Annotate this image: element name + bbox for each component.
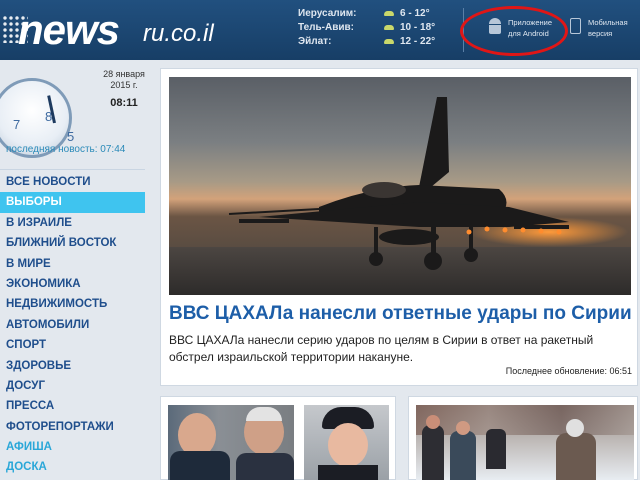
politicians-photo[interactable] <box>168 405 294 480</box>
menu-item-world[interactable]: В МИРЕ <box>0 254 145 274</box>
sidebar-menu: ВСЕ НОВОСТИ ВЫБОРЫ В ИЗРАИЛЕ БЛИЖНИЙ ВОС… <box>0 172 145 478</box>
menu-item-economy[interactable]: ЭКОНОМИКА <box>0 274 145 294</box>
story-card <box>160 396 396 480</box>
menu-item-cars[interactable]: АВТОМОБИЛИ <box>0 315 145 335</box>
logo-news-text: news <box>18 6 120 53</box>
logo-domain-text: ru.co.il <box>143 20 214 47</box>
current-date: 28 января 2015 г. <box>96 69 152 91</box>
menu-item-real-estate[interactable]: НЕДВИЖИМОСТЬ <box>0 294 145 314</box>
last-news-link[interactable]: последняя новость: 07:44 <box>6 144 125 155</box>
weather-city: Иерусалим: <box>298 8 357 19</box>
weather-temp: 10 - 18° <box>400 22 436 33</box>
mobile-version-link[interactable]: Мобильная версия <box>568 14 638 44</box>
menu-item-board[interactable]: ДОСКА <box>0 457 145 477</box>
menu-item-elections[interactable]: ВЫБОРЫ <box>0 192 145 213</box>
weather-temp: 12 - 22° <box>400 36 436 47</box>
snow-photo[interactable] <box>416 405 634 480</box>
weather-row: Эйлат: 12 - 22° <box>298 35 448 49</box>
menu-item-afisha[interactable]: АФИША <box>0 437 145 457</box>
menu-item-press[interactable]: ПРЕССА <box>0 396 145 416</box>
cloud-icon <box>384 25 394 30</box>
phone-icon <box>570 18 581 34</box>
main-story-card: ВВС ЦАХАЛа нанесли ответные удары по Сир… <box>160 68 638 386</box>
mobile-line2: версия <box>588 29 613 38</box>
weather-city: Эйлат: <box>298 36 332 47</box>
menu-item-middle-east[interactable]: БЛИЖНИЙ ВОСТОК <box>0 233 145 253</box>
weather-city: Тель-Авив: <box>298 22 354 33</box>
main-headline-link[interactable]: ВВС ЦАХАЛа нанесли ответные удары по Сир… <box>169 303 632 325</box>
mobile-version-label: Мобильная версия <box>588 17 628 39</box>
police-officer-photo[interactable] <box>304 405 389 480</box>
fighter-jet-silhouette <box>228 97 569 270</box>
main-story-photo[interactable] <box>169 77 631 295</box>
menu-item-photo-reports[interactable]: ФОТОРЕПОРТАЖИ <box>0 417 145 437</box>
weather-temp: 6 - 12° <box>400 8 430 19</box>
date-line2: 2015 г. <box>110 80 138 90</box>
story-card <box>408 396 638 480</box>
current-time: 08:11 <box>110 97 138 109</box>
weather-widget: Иерусалим: 6 - 12° Тель-Авив: 10 - 18° Э… <box>298 7 448 49</box>
mobile-line1: Мобильная <box>588 18 628 27</box>
weather-row: Тель-Авив: 10 - 18° <box>298 21 448 35</box>
last-updated: Последнее обновление: 06:51 <box>505 366 632 376</box>
menu-item-all-news[interactable]: ВСЕ НОВОСТИ <box>0 172 145 192</box>
sidebar: 7 8 5 28 января 2015 г. 08:11 последняя … <box>0 60 150 480</box>
menu-item-leisure[interactable]: ДОСУГ <box>0 376 145 396</box>
cloud-icon <box>384 39 394 44</box>
menu-divider <box>0 169 145 170</box>
menu-item-sport[interactable]: СПОРТ <box>0 335 145 355</box>
weather-row: Иерусалим: 6 - 12° <box>298 7 448 21</box>
menu-item-health[interactable]: ЗДОРОВЬЕ <box>0 356 145 376</box>
main-story-lead: ВВС ЦАХАЛа нанесли серию ударов по целям… <box>169 333 594 364</box>
clock-number: 7 <box>13 117 21 132</box>
highlight-ellipse <box>460 6 568 56</box>
site-logo[interactable]: news ru.co.il <box>0 6 250 54</box>
clock-number: 5 <box>67 129 75 144</box>
date-line1: 28 января <box>103 69 145 79</box>
cloud-icon <box>384 11 394 16</box>
menu-item-israel[interactable]: В ИЗРАИЛЕ <box>0 213 145 233</box>
site-header: news ru.co.il Иерусалим: 6 - 12° Тель-Ав… <box>0 0 640 60</box>
